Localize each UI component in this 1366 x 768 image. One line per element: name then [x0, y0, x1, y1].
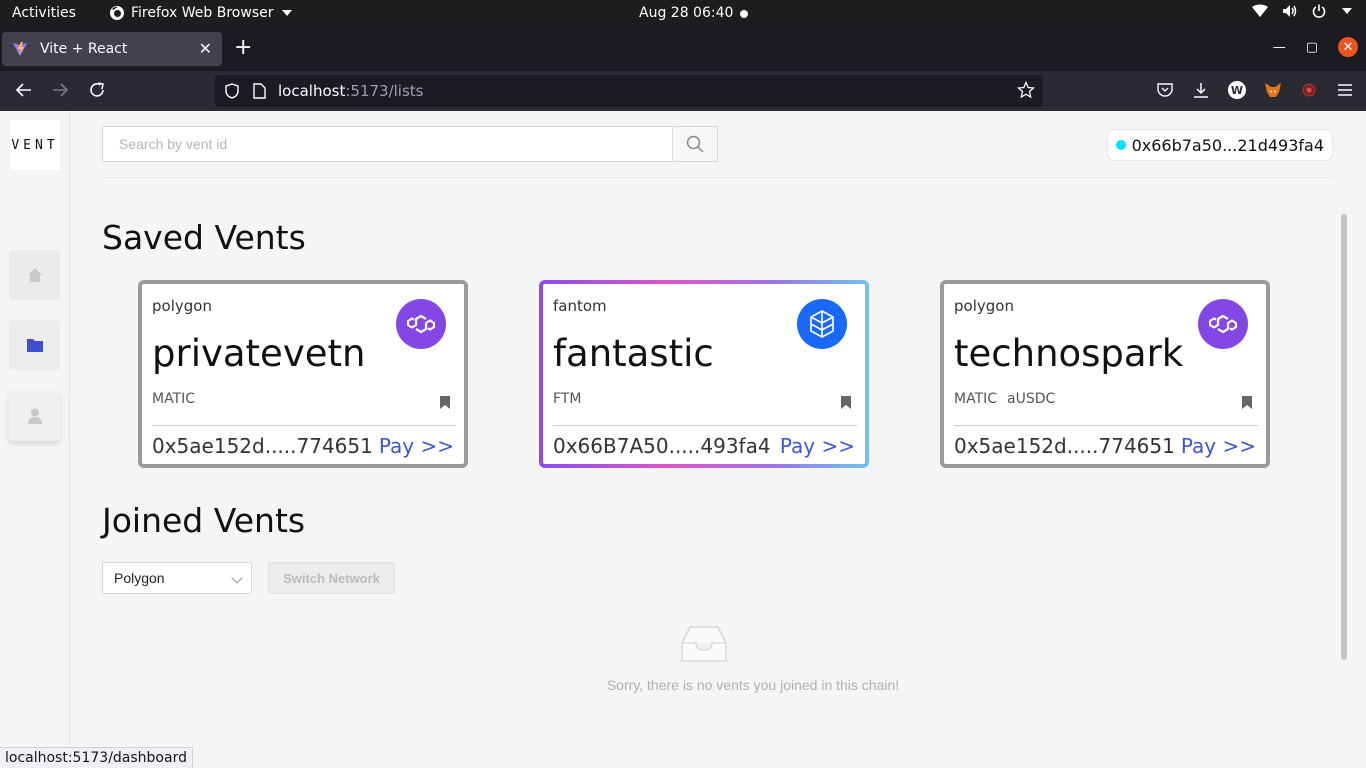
card-tokens: MATIC	[152, 391, 195, 407]
network-select-value: Polygon	[114, 570, 165, 586]
card-network: polygon	[152, 297, 212, 315]
system-tray[interactable]	[1252, 4, 1352, 18]
tab-vite-react[interactable]: Vite + React ✕	[2, 32, 222, 66]
url-text[interactable]: localhost:5173/lists	[278, 82, 423, 100]
online-status-dot	[1115, 140, 1126, 150]
url-bar[interactable]: localhost:5173/lists	[215, 75, 1043, 107]
card-name: privatevetn	[152, 332, 366, 375]
volume-icon	[1283, 5, 1297, 17]
record-icon[interactable]	[1300, 81, 1318, 99]
shield-icon[interactable]	[225, 83, 239, 99]
token-label: FTM	[553, 391, 582, 407]
clock[interactable]: Aug 28 06:40	[639, 5, 733, 21]
fantom-coin-icon	[797, 299, 847, 349]
wallet-extension-icon[interactable]: W	[1228, 81, 1246, 99]
chevron-down-icon	[281, 10, 292, 16]
app-menu[interactable]: Firefox Web Browser	[109, 5, 292, 21]
pay-link[interactable]: Pay >>	[1181, 434, 1256, 458]
navigation-bar: localhost:5173/lists W	[0, 71, 1366, 111]
menu-icon[interactable]	[1336, 81, 1354, 99]
empty-inbox-icon	[681, 626, 727, 662]
search-input[interactable]	[102, 126, 673, 162]
activities-button[interactable]: Activities	[12, 5, 76, 21]
window-controls: — ▢ ✕	[1273, 37, 1358, 57]
network-select[interactable]: Polygon	[102, 562, 252, 594]
sidebar-item-home[interactable]	[9, 250, 60, 300]
vent-card[interactable]: polygon privatevetn MATIC 0x5ae152d.....…	[138, 280, 468, 468]
chevron-down-icon	[231, 572, 243, 584]
page-icon[interactable]	[253, 83, 266, 99]
firefox-icon	[110, 6, 124, 20]
app-name: Firefox Web Browser	[131, 5, 274, 21]
pay-link[interactable]: Pay >>	[379, 434, 454, 458]
bookmark-star-icon[interactable]	[1017, 81, 1035, 99]
sidebar: VENT	[0, 111, 70, 768]
reload-icon[interactable]	[88, 81, 106, 99]
vent-card[interactable]: fantom fantastic FTM 0x66B7A50.....493fa…	[539, 280, 869, 468]
home-icon	[27, 268, 42, 282]
wallet-address-badge[interactable]: 0x66b7a50...21d493fa4	[1106, 129, 1333, 161]
card-name: fantastic	[553, 332, 714, 375]
switch-network-button[interactable]: Switch Network	[268, 562, 395, 594]
chevron-down-icon	[1342, 8, 1352, 14]
empty-message: Sorry, there is no vents you joined in t…	[606, 677, 900, 693]
scrollbar[interactable]	[1341, 214, 1347, 660]
joined-vents-title: Joined Vents	[102, 501, 306, 540]
sidebar-item-lists[interactable]	[9, 320, 60, 370]
card-divider	[553, 425, 857, 426]
user-icon	[27, 408, 42, 424]
toolbar-icons: W	[1156, 81, 1354, 99]
vent-logo[interactable]: VENT	[10, 120, 60, 170]
notification-dot-icon	[740, 10, 748, 18]
bookmark-icon[interactable]	[841, 396, 851, 409]
system-top-bar: Activities Firefox Web Browser Aug 28 06…	[0, 0, 1366, 27]
wallet-address: 0x66b7a50...21d493fa4	[1131, 135, 1324, 155]
maximize-icon[interactable]: ▢	[1306, 40, 1318, 55]
search-button[interactable]	[672, 126, 718, 162]
card-divider	[954, 425, 1258, 426]
tab-title: Vite + React	[40, 41, 128, 57]
vite-icon	[13, 42, 27, 56]
pocket-icon[interactable]	[1156, 81, 1174, 99]
window-close-icon[interactable]: ✕	[1338, 37, 1358, 57]
card-tokens: MATIC aUSDC	[954, 391, 1055, 407]
card-name: technospark	[954, 332, 1184, 375]
folder-icon	[26, 339, 43, 352]
minimize-icon[interactable]: —	[1273, 40, 1286, 55]
polygon-coin-icon	[396, 299, 446, 349]
card-address: 0x5ae152d.....774651	[152, 434, 373, 458]
card-address: 0x66B7A50.....493fa4	[553, 434, 771, 458]
header-divider	[102, 177, 1334, 178]
card-divider	[152, 425, 456, 426]
pay-link[interactable]: Pay >>	[780, 434, 855, 458]
polygon-coin-icon	[1198, 299, 1248, 349]
token-label: MATIC	[954, 391, 998, 407]
link-status-bar: localhost:5173/dashboard	[0, 747, 193, 768]
power-icon	[1312, 4, 1326, 18]
download-icon[interactable]	[1192, 81, 1210, 99]
forward-icon[interactable]	[51, 81, 69, 99]
wifi-icon	[1252, 4, 1268, 17]
new-tab-button[interactable]: +	[234, 35, 252, 60]
card-network: polygon	[954, 297, 1014, 315]
close-icon[interactable]: ✕	[199, 39, 212, 58]
back-icon[interactable]	[15, 81, 33, 99]
vent-card[interactable]: polygon technospark MATIC aUSDC 0x5ae152…	[940, 280, 1270, 468]
search-bar	[102, 126, 718, 162]
card-tokens: FTM	[553, 391, 581, 407]
bookmark-icon[interactable]	[440, 396, 450, 409]
card-network: fantom	[553, 297, 607, 315]
saved-vents-title: Saved Vents	[102, 218, 306, 257]
bookmark-icon[interactable]	[1242, 396, 1252, 409]
tab-strip: Vite + React ✕ + — ▢ ✕	[0, 27, 1366, 71]
token-label: aUSDC	[1007, 391, 1056, 407]
token-label: MATIC	[152, 391, 196, 407]
page-content: VENT 0x66b7a50...21d493fa4 Saved Vents p…	[0, 111, 1366, 768]
metamask-icon[interactable]	[1264, 81, 1282, 99]
sidebar-item-profile[interactable]	[9, 391, 60, 441]
card-address: 0x5ae152d.....774651	[954, 434, 1175, 458]
search-icon	[686, 135, 704, 153]
